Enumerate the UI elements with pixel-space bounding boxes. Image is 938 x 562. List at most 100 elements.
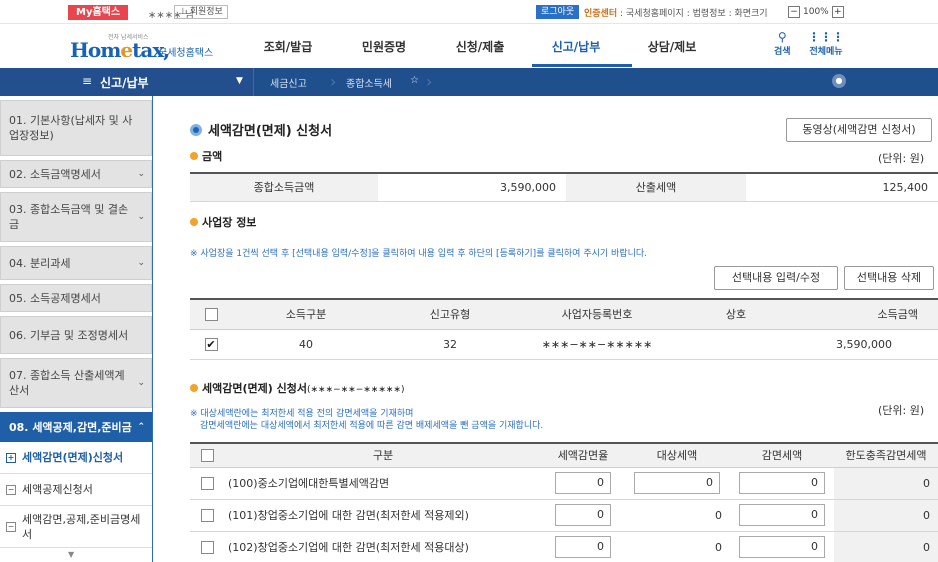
- sidebar-item-credit-reduction[interactable]: 08. 세액공제,감면,준비금 ⌃: [0, 412, 152, 442]
- rate-input[interactable]: 0: [555, 472, 611, 494]
- col-reg-no: 사업자등록번호: [520, 299, 674, 330]
- amount-section-title: 금액: [190, 148, 222, 164]
- sidebar-sub-reserve-statement[interactable]: − 세액감면,공제,준비금명세서: [0, 506, 152, 548]
- sidebar-sub-reduction-application[interactable]: + 세액감면(면제)신청서: [0, 442, 152, 474]
- reduction-tax-input[interactable]: 0: [739, 536, 825, 558]
- row-checkbox[interactable]: ✔: [204, 337, 218, 351]
- scroll-down-icon[interactable]: ▼: [68, 550, 74, 559]
- rate-input[interactable]: 0: [555, 504, 611, 526]
- page-title: 세액감면(면제) 신청서: [190, 120, 332, 139]
- sidebar-item-label: 05. 소득공제명세서: [9, 291, 101, 305]
- title-bullet-icon: [190, 124, 202, 136]
- table-row: 종합소득금액 3,590,000 산출세액 125,400: [190, 173, 938, 202]
- sidebar-sub-label: 세액공제신청서: [22, 483, 93, 496]
- minus-box-icon: −: [6, 521, 16, 532]
- hometax-logo[interactable]: 전자 납세서비스 Hometax, 국세청홈택스: [70, 30, 220, 64]
- section-menu-toggle[interactable]: ≡ 신고/납부 ▼: [0, 68, 254, 96]
- col-rate: 세액감면율: [542, 443, 624, 468]
- global-nav: 조회/발급 민원증명 신청/제출 신고/납부 상담/제보: [240, 38, 720, 55]
- star-icon[interactable]: ☆: [410, 75, 419, 86]
- breadcrumb-separator-icon: ›: [330, 72, 337, 91]
- sidebar-item-deduction[interactable]: 05. 소득공제명세서: [0, 284, 152, 312]
- target-tax-input[interactable]: 0: [634, 472, 720, 494]
- gnb-item-certificate[interactable]: 민원증명: [336, 38, 432, 55]
- member-info-label: 회원정보: [189, 7, 223, 17]
- cell-amount: 3,590,000: [798, 329, 938, 360]
- rate-input[interactable]: 0: [555, 536, 611, 558]
- sidebar-sub-label: 세액감면,공제,준비금명세서: [22, 512, 141, 541]
- select-all-checkbox[interactable]: [200, 449, 214, 462]
- sidebar-item-basic-info[interactable]: 01. 기본사항(납세자 및 사업장정보): [0, 100, 152, 156]
- section-bullet-icon: [190, 384, 198, 392]
- sidebar-item-income-statement[interactable]: 02. 소득금액명세서 ⌄: [0, 160, 152, 188]
- tax-label: 산출세액: [566, 173, 746, 202]
- site-header: 전자 납세서비스 Hometax, 국세청홈택스 조회/발급 민원증명 신청/제…: [0, 24, 938, 68]
- row-checkbox[interactable]: [200, 476, 214, 490]
- breadcrumb-tax-filing[interactable]: 세금신고: [270, 75, 307, 90]
- zoom-in-button[interactable]: +: [831, 6, 844, 18]
- all-menu-button[interactable]: ⋮⋮⋮ 전체메뉴: [808, 30, 844, 57]
- gnb-item-inquiry[interactable]: 조회/발급: [240, 38, 336, 55]
- sidebar: 01. 기본사항(납세자 및 사업장정보) 02. 소득금액명세서 ⌄ 03. 종…: [0, 96, 158, 562]
- sidebar-item-label: 04. 분리과세: [9, 256, 71, 270]
- col-report-type: 신고유형: [380, 299, 520, 330]
- chevron-down-icon: ⌄: [137, 378, 145, 388]
- location-bar: ≡ 신고/납부 ▼ 세금신고 › 종합소득세 ☆ › ●: [0, 68, 938, 96]
- sidebar-item-total-income[interactable]: 03. 종합소득금액 및 결손금 ⌄: [0, 192, 152, 242]
- caret-down-icon: ▼: [236, 76, 243, 86]
- chevron-down-icon: ⌄: [137, 258, 145, 268]
- circle-menu-icon[interactable]: ●: [832, 74, 846, 88]
- zoom-value: 100%: [803, 7, 829, 17]
- breadcrumb-income-tax[interactable]: 종합소득세: [346, 75, 392, 90]
- row-checkbox[interactable]: [200, 508, 214, 522]
- utility-bar: My홈택스 ∗∗∗∗ 님 ⊥ 회원정보 로그아웃 인증센터 : 국세청홈페이지 …: [0, 0, 938, 24]
- edit-selected-button[interactable]: 선택내용 입력/수정: [714, 266, 838, 290]
- breadcrumb-separator-icon: ›: [426, 72, 433, 91]
- gnb-item-consult[interactable]: 상담/제보: [624, 38, 720, 55]
- video-guide-button[interactable]: 동영상(세액감면 신청서): [786, 118, 932, 142]
- sidebar-item-separate-tax[interactable]: 04. 분리과세 ⌄: [0, 246, 152, 280]
- col-amount: 소득금액: [798, 299, 938, 330]
- sidebar-item-label: 01. 기본사항(납세자 및 사업장정보): [9, 114, 133, 142]
- cell-limit-reduction: 0: [834, 467, 938, 500]
- search-button[interactable]: ⚲ 검색: [774, 30, 791, 57]
- member-info-button[interactable]: ⊥ 회원정보: [174, 5, 228, 19]
- chevron-down-icon: ⌄: [137, 169, 145, 179]
- business-table: 소득구분 신고유형 사업자등록번호 상호 소득금액 ✔ 40 32 ∗∗∗−∗∗…: [190, 298, 938, 360]
- sidebar-item-calculated-tax[interactable]: 07. 종합소득 산출세액계산서 ⌄: [0, 358, 152, 408]
- cert-center-link[interactable]: 인증센터: [584, 9, 617, 19]
- col-income-type: 소득구분: [232, 299, 380, 330]
- select-all-checkbox[interactable]: [204, 308, 218, 321]
- reduction-tax-input[interactable]: 0: [739, 472, 825, 494]
- sidebar-item-label: 02. 소득금액명세서: [9, 167, 101, 181]
- search-label: 검색: [774, 47, 791, 57]
- sidebar-item-donation[interactable]: 06. 기부금 및 조정명세서: [0, 316, 152, 354]
- col-category: 구분: [224, 443, 542, 468]
- table-row[interactable]: (101)창업중소기업에 대한 감면(최저한세 적용제외) 0 0 0 0: [190, 499, 938, 532]
- chevron-down-icon: ⌄: [137, 212, 145, 222]
- gnb-item-application[interactable]: 신청/제출: [432, 38, 528, 55]
- other-links[interactable]: : 국세청홈페이지 : 법령정보 : 화면크기: [617, 9, 768, 19]
- cell-target-tax: 0: [624, 499, 730, 532]
- gnb-item-filing[interactable]: 신고/납부: [528, 38, 624, 55]
- zoom-control: −100% +: [788, 5, 858, 19]
- logout-button[interactable]: 로그아웃: [536, 5, 580, 19]
- col-target-tax: 대상세액: [624, 443, 730, 468]
- table-row[interactable]: (100)중소기업에대한특별세액감면 0 0 0 0: [190, 467, 938, 500]
- sidebar-sub-credit-application[interactable]: − 세액공제신청서: [0, 474, 152, 506]
- reduction-tax-input[interactable]: 0: [739, 504, 825, 526]
- cell-category: (101)창업중소기업에 대한 감면(최저한세 적용제외): [224, 499, 542, 532]
- delete-selected-button[interactable]: 선택내용 삭제: [844, 266, 934, 290]
- unit-label: (단위: 원): [878, 152, 925, 165]
- zoom-out-button[interactable]: −: [788, 6, 800, 18]
- row-checkbox[interactable]: [200, 540, 214, 554]
- mytax-button[interactable]: My홈택스: [68, 5, 129, 20]
- cell-category: (102)창업중소기업에 대한 감면(최저한세 적용대상): [224, 531, 542, 562]
- business-note: ※ 사업장을 1건씩 선택 후 [선택내용 입력/수정]을 클릭하여 내용 입력…: [190, 249, 648, 259]
- logo-subtitle: 국세청홈택스: [158, 48, 214, 59]
- tax-value: 125,400: [746, 173, 938, 202]
- table-row[interactable]: ✔ 40 32 ∗∗∗−∗∗−∗∗∗∗∗ 3,590,000: [190, 329, 938, 360]
- cell-target-tax: 0: [624, 531, 730, 562]
- table-row[interactable]: (102)창업중소기업에 대한 감면(최저한세 적용대상) 0 0 0 0: [190, 531, 938, 562]
- sidebar-item-label: 06. 기부금 및 조정명세서: [9, 328, 129, 342]
